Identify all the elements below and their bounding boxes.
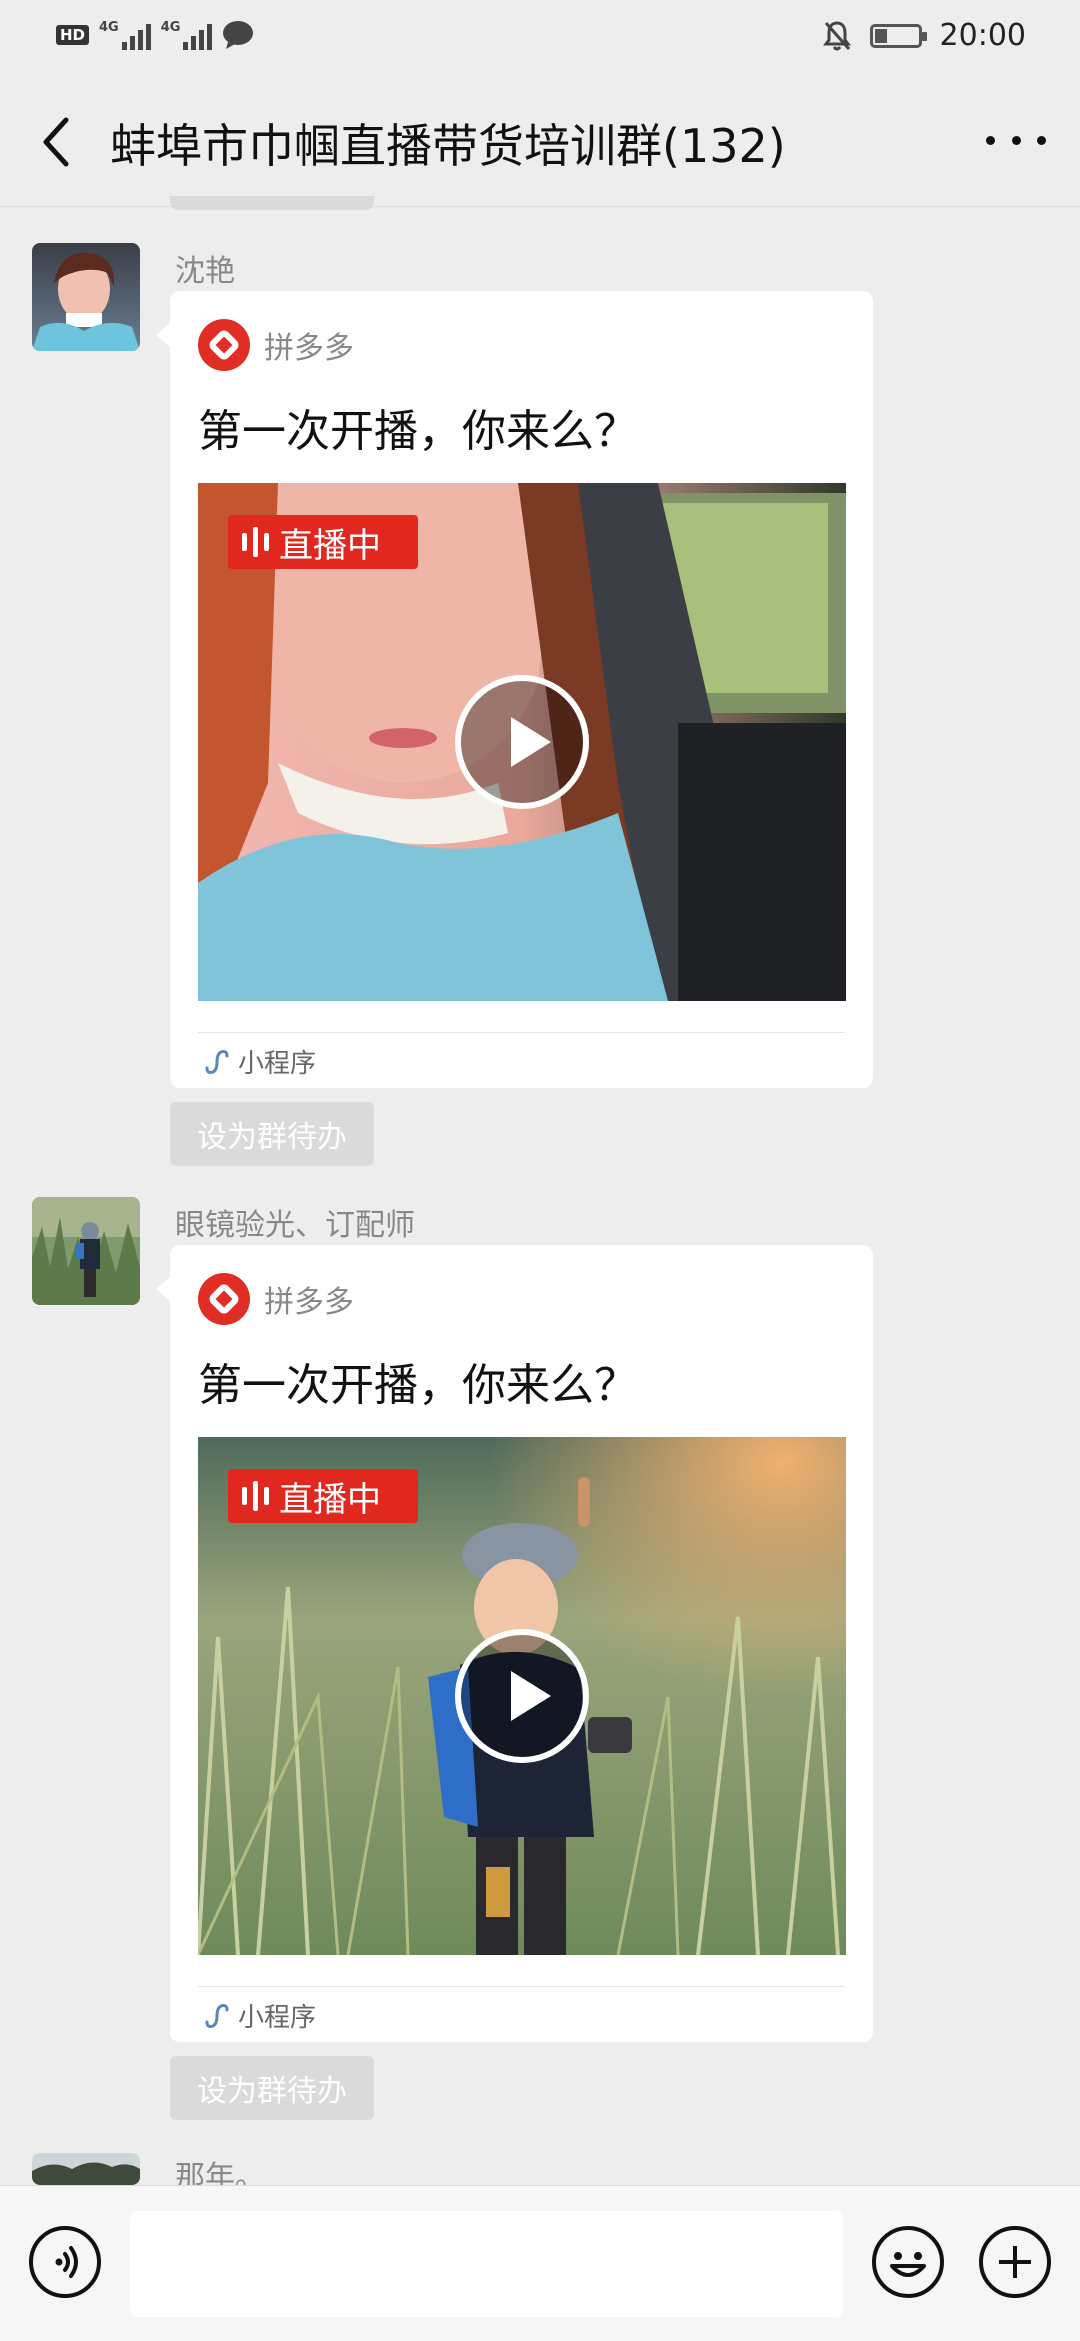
chevron-left-icon[interactable] xyxy=(36,114,86,170)
live-label: 直播中 xyxy=(279,525,381,566)
mute-bell-icon xyxy=(822,20,851,50)
divider xyxy=(198,1032,845,1033)
previous-todo-button[interactable] xyxy=(170,196,374,210)
mini-program-label: 小程序 xyxy=(238,2003,317,2033)
signal-icon: 4G xyxy=(99,20,151,50)
more-dots-icon[interactable] xyxy=(986,128,1046,152)
live-bars-icon xyxy=(242,1481,269,1511)
card-title: 第一次开播，你来么？ xyxy=(198,406,638,457)
mini-program-card[interactable]: 拼多多 第一次开播，你来么？ 直播中 小程序 xyxy=(156,291,873,1088)
live-label: 直播中 xyxy=(279,1479,381,1520)
message-bubble-icon xyxy=(223,21,254,49)
set-group-todo-button[interactable]: 设为群待办 xyxy=(170,1102,374,1166)
message-input[interactable] xyxy=(130,2211,843,2317)
plus-icon[interactable] xyxy=(979,2226,1051,2298)
hd-badge: HD xyxy=(56,25,90,45)
input-bar xyxy=(0,2185,1080,2341)
clock: 20:00 xyxy=(939,18,1026,53)
divider xyxy=(198,1986,845,1987)
chat-header: 蚌埠市巾帼直播带货培训群(132) xyxy=(0,76,1080,207)
pinduoduo-logo-icon xyxy=(198,319,250,371)
live-badge: 直播中 xyxy=(228,515,418,569)
video-thumbnail[interactable]: 直播中 xyxy=(198,1437,846,1955)
mini-program-icon xyxy=(205,1049,229,1074)
card-app-row: 拼多多 xyxy=(198,319,354,371)
app-name: 拼多多 xyxy=(264,1285,354,1320)
mini-program-card[interactable]: 拼多多 第一次开播，你来么？ 直播中 小程序 xyxy=(156,1245,873,2042)
mini-program-icon xyxy=(205,2003,229,2028)
card-title: 第一次开播，你来么？ xyxy=(198,1360,638,1411)
mini-program-row: 小程序 xyxy=(202,1997,316,2034)
network-type-1: 4G xyxy=(99,20,119,35)
status-right: 20:00 xyxy=(822,18,1026,53)
page-title: 蚌埠市巾帼直播带货培训群(132) xyxy=(110,119,786,173)
video-thumbnail[interactable]: 直播中 xyxy=(198,483,846,1001)
avatar[interactable] xyxy=(32,2153,140,2185)
sender-name: 眼镜验光、订配师 xyxy=(175,1208,415,1243)
avatar[interactable] xyxy=(32,243,140,351)
emoji-icon[interactable] xyxy=(872,2226,944,2298)
avatar[interactable] xyxy=(32,1197,140,1305)
live-bars-icon xyxy=(242,527,269,557)
network-type-2: 4G xyxy=(160,20,181,35)
card-app-row: 拼多多 xyxy=(198,1273,354,1325)
set-group-todo-button[interactable]: 设为群待办 xyxy=(170,2056,374,2120)
status-left: HD 4G 4G xyxy=(56,20,254,50)
pinduoduo-logo-icon xyxy=(198,1273,250,1325)
app-name: 拼多多 xyxy=(264,331,354,366)
mini-program-label: 小程序 xyxy=(238,1049,317,1079)
mini-program-row: 小程序 xyxy=(202,1043,316,1080)
play-icon[interactable] xyxy=(455,1629,589,1763)
voice-icon[interactable] xyxy=(29,2226,101,2298)
status-bar: HD 4G 4G 20:00 xyxy=(0,0,1080,76)
signal-icon-2: 4G xyxy=(161,20,213,50)
sender-name: 沈艳 xyxy=(175,254,235,289)
live-badge: 直播中 xyxy=(228,1469,418,1523)
battery-icon xyxy=(869,23,927,48)
battery-fill xyxy=(874,28,888,43)
play-icon[interactable] xyxy=(455,675,589,809)
